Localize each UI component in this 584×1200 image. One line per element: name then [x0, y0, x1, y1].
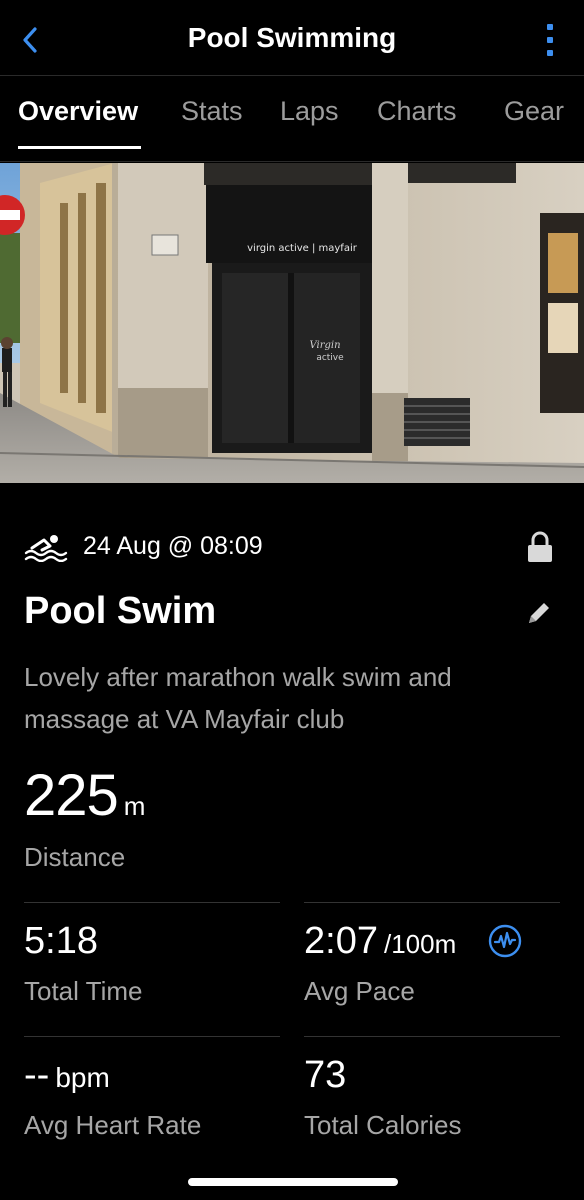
avg-heart-rate-number: -- [24, 1054, 50, 1096]
svg-text:active: active [316, 353, 344, 363]
avg-pace-number: 2:07 [304, 920, 378, 962]
top-bar: Pool Swimming [0, 0, 584, 76]
distance-stat: 225 m [24, 762, 145, 832]
active-tab-indicator [18, 146, 141, 149]
activity-description: Lovely after marathon walk swim and mass… [24, 662, 452, 734]
heart-rate-pulse-icon[interactable] [488, 924, 522, 958]
storefront-image: virgin active | mayfair Virgin active [0, 163, 584, 483]
tab-charts[interactable]: Charts [377, 96, 457, 127]
activity-screen: Pool Swimming Overview Stats Laps Charts… [0, 0, 584, 1200]
avg-heart-rate-unit: bpm [55, 1062, 110, 1093]
home-indicator[interactable] [188, 1178, 398, 1186]
svg-text:Virgin: Virgin [309, 340, 340, 351]
pencil-icon[interactable] [524, 598, 554, 628]
tab-overview[interactable]: Overview [18, 96, 138, 127]
avg-heart-rate-value: -- bpm [24, 1054, 110, 1097]
total-time-value: 5:18 [24, 920, 98, 962]
distance-unit: m [123, 791, 146, 821]
tab-gear[interactable]: Gear [504, 96, 564, 127]
avg-pace-label: Avg Pace [304, 976, 415, 1006]
more-options-button[interactable] [544, 24, 556, 56]
distance-label: Distance [24, 842, 126, 872]
tab-stats[interactable]: Stats [181, 96, 243, 127]
tab-laps[interactable]: Laps [280, 96, 339, 127]
activity-date: 24 Aug @ 08:09 [83, 532, 263, 560]
divider [304, 902, 560, 903]
total-calories-value: 73 [304, 1054, 347, 1096]
divider [24, 902, 280, 903]
activity-title: Pool Swim [24, 590, 217, 632]
avg-pace-value: 2:07/100m [304, 920, 456, 963]
distance-value: 225 [24, 763, 119, 828]
activity-photo[interactable]: virgin active | mayfair Virgin active [0, 163, 584, 483]
page-title: Pool Swimming [187, 22, 397, 53]
divider [24, 1036, 280, 1037]
swimming-icon [24, 535, 68, 562]
avg-heart-rate-label: Avg Heart Rate [24, 1110, 202, 1140]
divider [304, 1036, 560, 1037]
more-vertical-icon [547, 24, 553, 30]
lock-icon[interactable] [526, 530, 554, 564]
total-time-label: Total Time [24, 976, 143, 1006]
tab-bar: Overview Stats Laps Charts Gear [0, 76, 584, 162]
avg-pace-unit: /100m [383, 929, 457, 959]
activity-meta-row: 24 Aug @ 08:09 [24, 528, 560, 568]
svg-text:virgin active | mayfair: virgin active | mayfair [247, 243, 358, 254]
total-calories-label: Total Calories [304, 1110, 462, 1140]
